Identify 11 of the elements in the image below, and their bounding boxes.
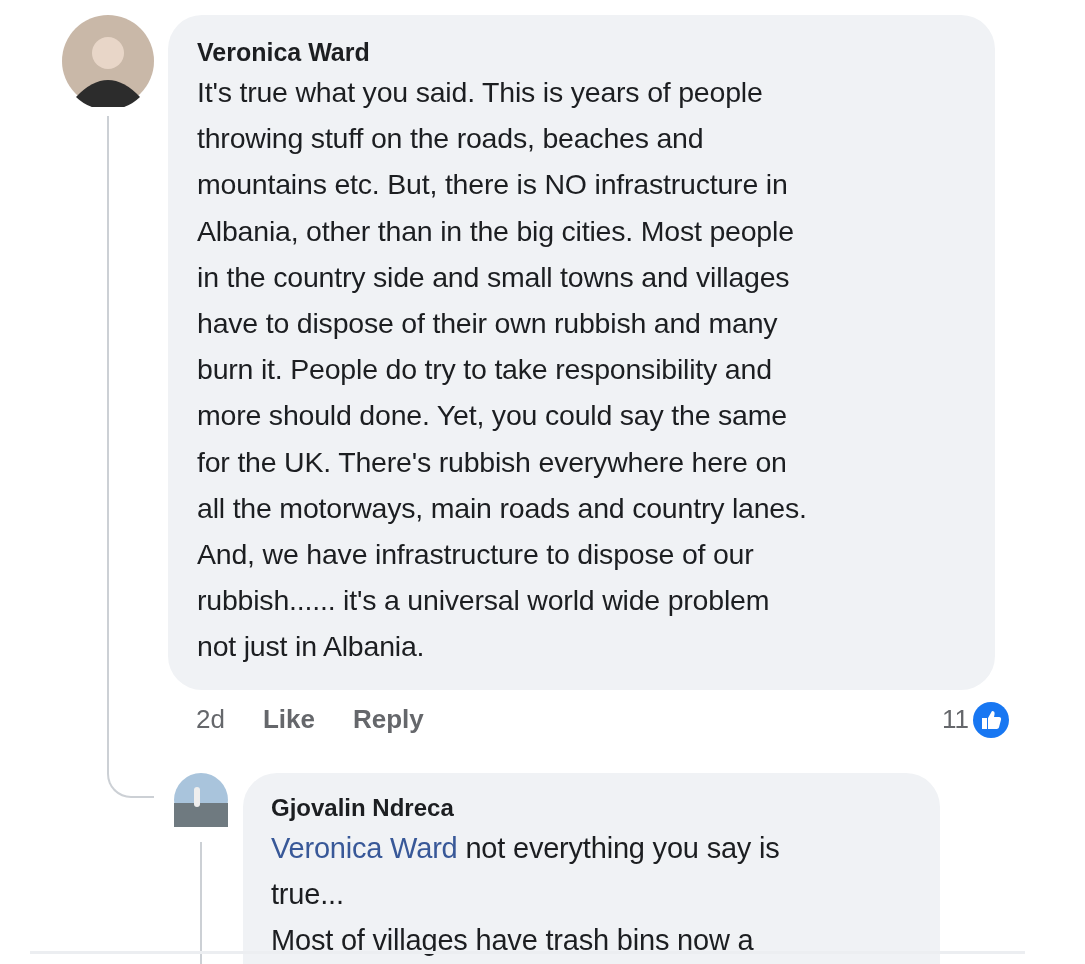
reaction-count: 11 xyxy=(942,704,969,736)
author-name[interactable]: Veronica Ward xyxy=(197,35,967,69)
like-icon[interactable] xyxy=(973,701,1009,738)
action-link[interactable]: Like xyxy=(262,704,315,736)
mention-link[interactable]: Veronica Ward xyxy=(271,831,458,864)
timestamp: 2d xyxy=(196,704,225,736)
avatar[interactable] xyxy=(62,15,154,107)
reply-text: Veronica Ward not everything you say is true... Most of villages have trash bins now a xyxy=(271,830,781,958)
comment-text: It's true what you said. This is years of people throwing stuff on the roads, beaches and mountains etc. But, there is NO infrastructure in Albania, other than in the big cities. Most people in the country side and small towns and villages have to dispose of their own rubbish and many burn it. People do try to take responsibility and more should done. Yet, you could say the same for the UK. There's rubbish everywhere here on all the motorways, main roads and country lanes. And, we have infrastructure to dispose of our rubbish...... it's a universal world wide problem not just in Albania. xyxy=(197,75,808,665)
action-link[interactable]: Reply xyxy=(352,704,424,736)
author-name[interactable]: Gjovalin Ndreca xyxy=(271,790,912,825)
